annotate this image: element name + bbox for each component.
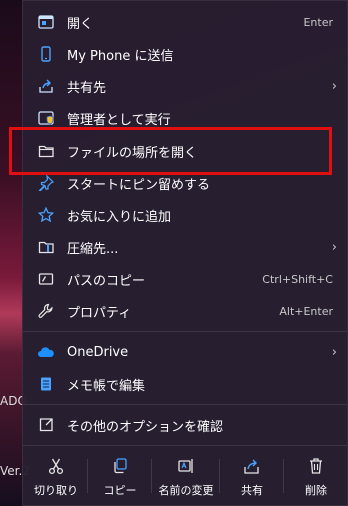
chevron-right-icon: › <box>331 239 337 255</box>
zip-folder-icon <box>37 238 55 256</box>
cut-button-label: 切り取り <box>34 484 78 497</box>
star-icon <box>37 206 55 224</box>
open-app-icon <box>37 13 55 31</box>
menu-separator <box>23 404 347 405</box>
desktop-background <box>0 0 22 506</box>
menu-separator <box>23 331 347 332</box>
scissors-icon <box>46 456 66 476</box>
menu-item-shortcut: Alt+Enter <box>279 304 333 318</box>
copy-icon <box>110 456 130 476</box>
share-icon <box>37 77 55 95</box>
menu-item-label: 開く <box>67 16 94 32</box>
cut-button[interactable]: 切り取り <box>25 447 87 506</box>
menu-item-shortcut: Enter <box>303 15 333 29</box>
quick-action-separator <box>219 459 220 493</box>
menu-item-shortcut: Ctrl+Shift+C <box>262 272 333 286</box>
copy-button-label: コピー <box>103 484 137 497</box>
chevron-right-icon: › <box>331 78 337 94</box>
menu-item-label: プロパティ <box>67 305 132 321</box>
quick-action-separator <box>87 459 88 493</box>
rename-icon <box>176 456 196 476</box>
menu-item-properties[interactable]: プロパティ Alt+Enter <box>31 295 339 327</box>
menu-item-label: 共有先 <box>67 80 107 96</box>
phone-icon <box>37 45 55 63</box>
chevron-right-icon: › <box>331 344 337 360</box>
pin-icon <box>37 174 55 192</box>
share-icon <box>242 456 262 476</box>
menu-item-label: 圧縮先... <box>67 241 119 257</box>
trash-icon <box>306 456 326 476</box>
menu-item-label: スタートにピン留めする <box>67 177 211 193</box>
menu-item-label: その他のオプションを確認 <box>67 419 224 435</box>
menu-item-share-to[interactable]: 共有先 › <box>31 70 339 102</box>
wrench-icon <box>37 302 55 320</box>
quick-action-bar: 切り取り コピー 名前の変更 共有 削除 <box>23 447 348 506</box>
menu-item-label: My Phone に送信 <box>67 48 174 64</box>
more-options-icon <box>37 416 55 434</box>
delete-button-label: 削除 <box>305 484 327 497</box>
menu-item-label: お気に入りに追加 <box>67 209 172 225</box>
delete-button[interactable]: 削除 <box>285 447 347 506</box>
share-button-label: 共有 <box>241 484 263 497</box>
menu-item-show-more-options[interactable]: その他のオプションを確認 <box>31 409 339 441</box>
menu-item-add-to-favorites[interactable]: お気に入りに追加 <box>31 199 339 231</box>
menu-item-label: 管理者として実行 <box>67 112 171 128</box>
menu-item-edit-in-notepad[interactable]: メモ帳で編集 <box>31 368 339 400</box>
menu-item-label: OneDrive <box>67 344 129 360</box>
share-button[interactable]: 共有 <box>221 447 283 506</box>
notepad-icon <box>37 375 55 393</box>
menu-item-copy-path[interactable]: パスのコピー Ctrl+Shift+C <box>31 263 339 295</box>
copy-path-icon <box>37 270 55 288</box>
rename-button[interactable]: 名前の変更 <box>153 447 219 506</box>
admin-shield-icon <box>37 109 55 127</box>
menu-item-onedrive[interactable]: OneDrive › <box>31 336 339 368</box>
context-menu: 開く Enter My Phone に送信 共有先 › 管理者として実行 ファイ… <box>22 0 348 506</box>
menu-item-compress-to[interactable]: 圧縮先... › <box>31 231 339 263</box>
menu-item-open[interactable]: 開く Enter <box>31 6 339 38</box>
menu-item-label: メモ帳で編集 <box>67 378 146 394</box>
menu-item-send-to-phone[interactable]: My Phone に送信 <box>31 38 339 70</box>
quick-action-separator <box>283 459 284 493</box>
onedrive-cloud-icon <box>37 343 55 361</box>
menu-separator <box>23 445 347 446</box>
rename-button-label: 名前の変更 <box>158 484 214 497</box>
quick-action-separator <box>151 459 152 493</box>
menu-item-label: パスのコピー <box>67 273 146 289</box>
highlight-annotation <box>9 127 332 175</box>
copy-button[interactable]: コピー <box>89 447 151 506</box>
